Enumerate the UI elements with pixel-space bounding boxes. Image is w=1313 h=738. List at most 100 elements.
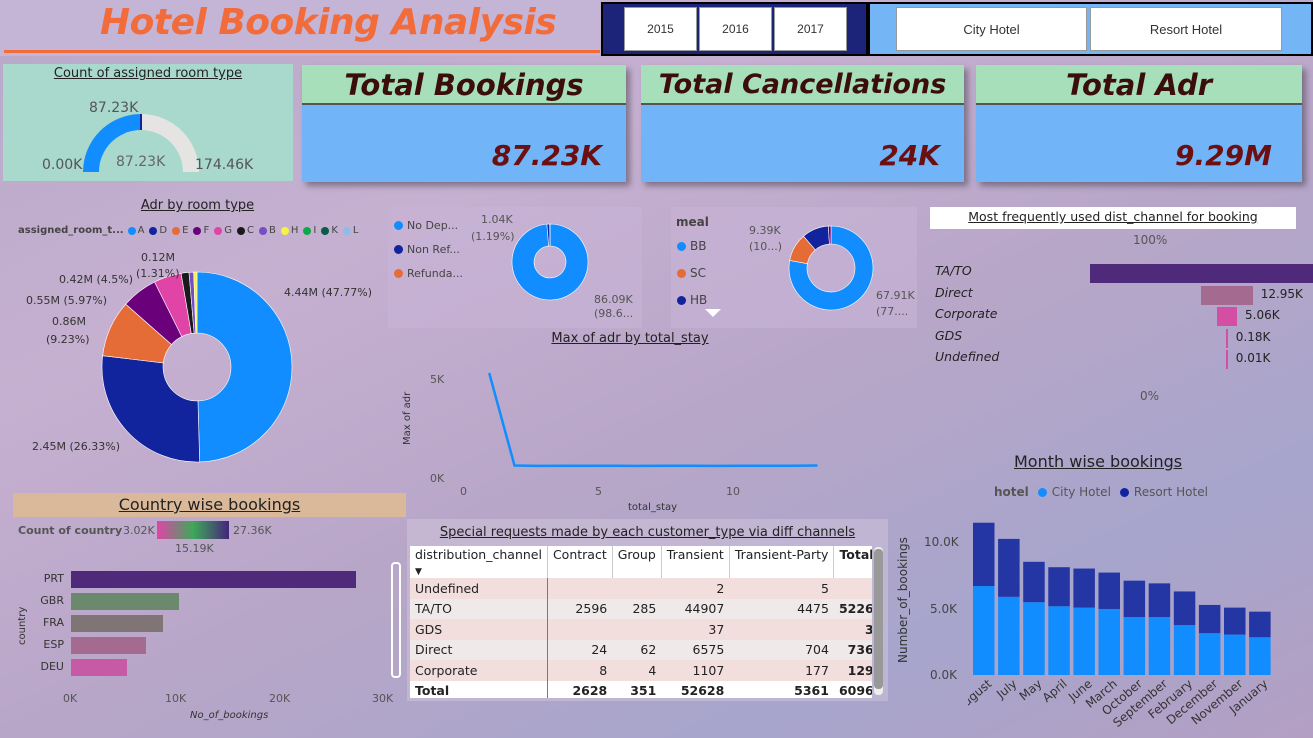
kpi-title: Total Cancellations	[641, 65, 964, 105]
country-bar[interactable]	[71, 637, 146, 654]
deposit-label: 86.09K	[594, 293, 633, 306]
dist-title-box: Most frequently used dist_channel for bo…	[930, 207, 1296, 229]
legend-item: SC	[690, 266, 706, 280]
bar-resort-hotel[interactable]	[998, 538, 1020, 597]
funnel-bottom-label: 0%	[1140, 389, 1160, 403]
country-bar[interactable]	[71, 615, 163, 632]
bar-city-hotel[interactable]	[1098, 608, 1121, 675]
line-ylabel: Max of adr	[402, 391, 413, 445]
matrix-panel: Special requests made by each customer_t…	[407, 519, 888, 701]
bar-city-hotel[interactable]	[1048, 606, 1070, 675]
legend-item-g: G	[214, 225, 232, 236]
matrix-scrollbar[interactable]	[874, 547, 883, 695]
adr-room-legend: assigned_room_t... ADEFGCBHIKL	[18, 225, 358, 236]
col-header[interactable]: Group	[612, 546, 662, 578]
year-button-2017[interactable]: 2017	[774, 7, 847, 51]
table-row: GDS3737	[410, 619, 872, 640]
sort-down-icon[interactable]: ▼	[415, 567, 422, 577]
kpi-total-cancellations: Total Cancellations 24K	[641, 65, 964, 182]
bar-resort-hotel[interactable]	[1148, 583, 1171, 618]
bar-resort-hotel[interactable]	[1249, 611, 1271, 638]
resort-hotel-button[interactable]: Resort Hotel	[1090, 7, 1282, 51]
bar-city-hotel[interactable]	[1224, 634, 1246, 675]
country-label: PRT	[43, 572, 64, 585]
city-hotel-button[interactable]: City Hotel	[896, 7, 1087, 51]
col-header[interactable]: Contract	[547, 546, 613, 578]
hotel-slicer: City Hotel Resort Hotel	[868, 2, 1313, 56]
bar-city-hotel[interactable]	[1023, 602, 1045, 675]
bar-city-hotel[interactable]	[1173, 625, 1196, 675]
bar-resort-hotel[interactable]	[1198, 604, 1221, 634]
line-xtick: 0	[460, 485, 467, 498]
adr-label-f: 0.55M (5.97%)	[26, 294, 108, 307]
line-xlabel: total_stay	[628, 502, 678, 513]
gauge-min: 0.00K	[42, 157, 83, 173]
legend-item-i: I	[303, 225, 316, 236]
bar-city-hotel[interactable]	[1148, 617, 1171, 675]
dist-funnel: TA/TO Direct 12.95K Corporate 5.06K GDS 0.18K U…	[934, 263, 1313, 375]
funnel-value-label: 12.95K	[1260, 286, 1303, 301]
country-bar[interactable]	[71, 571, 356, 588]
country-title-box: Country wise bookings	[13, 493, 406, 517]
kpi-value: 87.23K	[491, 139, 602, 172]
country-bar-chart: PRT GBR FRA ESP DEU	[38, 568, 388, 683]
country-xtick: 20K	[269, 692, 291, 705]
adr-label-e: 0.86M	[52, 315, 86, 328]
col-header[interactable]: distribution_channel ▼	[410, 546, 548, 578]
title-banner: Hotel Booking Analysis	[0, 0, 600, 56]
legend-item-h: H	[280, 225, 298, 236]
bar-resort-hotel[interactable]	[1098, 572, 1121, 609]
bar-city-hotel[interactable]	[1249, 637, 1271, 675]
country-xtick: 0K	[63, 692, 78, 705]
funnel-bar[interactable]	[1216, 307, 1238, 326]
col-header[interactable]: Transient-Party	[729, 546, 835, 578]
scrollbar-thumb[interactable]	[874, 549, 883, 689]
year-button-2015[interactable]: 2015	[624, 7, 697, 51]
year-button-2016[interactable]: 2016	[699, 7, 772, 51]
funnel-value-label: 5.06K	[1245, 308, 1280, 322]
funnel-bar[interactable]	[1090, 264, 1313, 283]
funnel-bar[interactable]	[1226, 328, 1228, 348]
bar-city-hotel[interactable]	[998, 596, 1020, 675]
col-header[interactable]: Transient	[661, 546, 730, 578]
bar-city-hotel[interactable]	[1198, 633, 1221, 675]
legend-item: Non Ref...	[407, 243, 460, 256]
adr-label-g: 0.42M (4.5%)	[59, 273, 134, 286]
bar-city-hotel[interactable]	[1123, 617, 1146, 675]
month-bar-chart: August JulyMayAprilJuneMarchOctoberSeptem…	[968, 522, 1271, 730]
legend-item-f: F	[193, 225, 209, 236]
bar-resort-hotel[interactable]	[1048, 567, 1070, 607]
deposit-label: 1.04K	[481, 213, 513, 226]
funnel-bar[interactable]	[1226, 350, 1228, 369]
legend-item-l: L	[342, 225, 358, 236]
adr-label-d: 2.45M (26.33%)	[32, 440, 121, 453]
funnel-bar[interactable]	[1201, 285, 1253, 305]
country-legend-title: Count of country	[18, 524, 123, 537]
month-tick-label: July	[993, 677, 1019, 702]
title-underline	[4, 50, 600, 53]
donut-slice[interactable]	[196, 271, 293, 463]
bar-resort-hotel[interactable]	[1123, 580, 1146, 618]
deposit-legend: No Dep... Non Ref... Refunda...	[394, 219, 463, 291]
country-xtick: 30K	[372, 692, 394, 705]
country-bar[interactable]	[71, 593, 180, 610]
bar-resort-hotel[interactable]	[973, 522, 995, 587]
legend-title: hotel	[994, 485, 1029, 499]
bar-city-hotel[interactable]	[973, 586, 995, 675]
adr-line[interactable]	[487, 372, 818, 468]
adr-label-a: 4.44M (47.77%)	[284, 286, 373, 299]
dist-title: Most frequently used dist_channel for bo…	[968, 209, 1258, 224]
gauge-title: Count of assigned room type	[53, 66, 243, 81]
bar-resort-hotel[interactable]	[1224, 607, 1246, 635]
bar-resort-hotel[interactable]	[1173, 591, 1196, 626]
bar-resort-hotel[interactable]	[1023, 561, 1045, 603]
col-header[interactable]: Total	[834, 546, 872, 578]
legend-scroll-down-icon[interactable]	[705, 309, 721, 317]
matrix-side-scrollbar[interactable]	[391, 562, 401, 678]
funnel-category-label: GDS	[935, 327, 963, 343]
bar-city-hotel[interactable]	[1073, 607, 1095, 675]
month-legend: hotel City Hotel Resort Hotel	[994, 485, 1208, 499]
bar-resort-hotel[interactable]	[1073, 568, 1095, 608]
country-bar[interactable]	[71, 659, 128, 676]
legend-item: City Hotel	[1051, 485, 1111, 499]
